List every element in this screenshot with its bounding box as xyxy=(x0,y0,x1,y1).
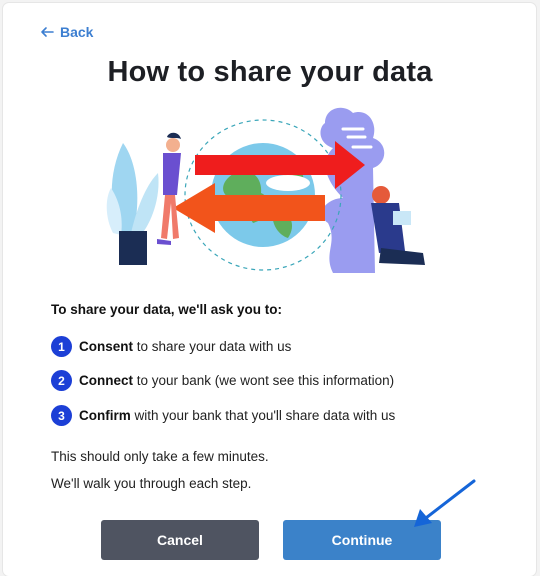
back-label: Back xyxy=(60,24,94,40)
instructions-heading: To share your data, we'll ask you to: xyxy=(51,302,283,317)
person-standing-legs xyxy=(161,195,179,239)
walkthrough-note: We'll walk you through each step. xyxy=(51,476,252,491)
annotation-arrow-icon xyxy=(414,479,476,527)
step-description: with your bank that you'll share data wi… xyxy=(130,408,396,423)
person-sitting-legs xyxy=(379,248,425,265)
person-sitting-hair xyxy=(372,186,390,204)
step-item-consent: 1 Consent to share your data with us xyxy=(51,336,291,357)
person-standing-hair xyxy=(167,132,181,139)
step-number-badge: 2 xyxy=(51,370,72,391)
plant-pot xyxy=(119,231,147,265)
person-standing-shoes xyxy=(157,239,171,245)
step-item-connect: 2 Connect to your bank (we wont see this… xyxy=(51,370,394,391)
step-keyword: Confirm xyxy=(79,408,131,423)
step-text: Consent to share your data with us xyxy=(79,339,291,354)
cloud xyxy=(266,175,310,191)
step-text: Confirm with your bank that you'll share… xyxy=(79,408,395,423)
person-sitting-body xyxy=(371,203,405,253)
step-number-badge: 3 xyxy=(51,405,72,426)
step-description: to your bank (we wont see this informati… xyxy=(133,373,395,388)
step-keyword: Consent xyxy=(79,339,133,354)
time-note: This should only take a few minutes. xyxy=(51,449,269,464)
data-sharing-illustration xyxy=(106,107,425,273)
page-title: How to share your data xyxy=(107,56,433,88)
arrow-left-icon xyxy=(40,25,54,39)
step-keyword: Connect xyxy=(79,373,133,388)
back-link[interactable]: Back xyxy=(40,24,93,40)
laptop xyxy=(393,211,411,225)
cancel-button[interactable]: Cancel xyxy=(101,520,259,560)
person-standing-shirt xyxy=(163,153,181,195)
step-number-badge: 1 xyxy=(51,336,72,357)
person-standing-head xyxy=(166,138,180,152)
step-text: Connect to your bank (we wont see this i… xyxy=(79,373,394,388)
step-description: to share your data with us xyxy=(133,339,292,354)
step-item-confirm: 3 Confirm with your bank that you'll sha… xyxy=(51,405,395,426)
